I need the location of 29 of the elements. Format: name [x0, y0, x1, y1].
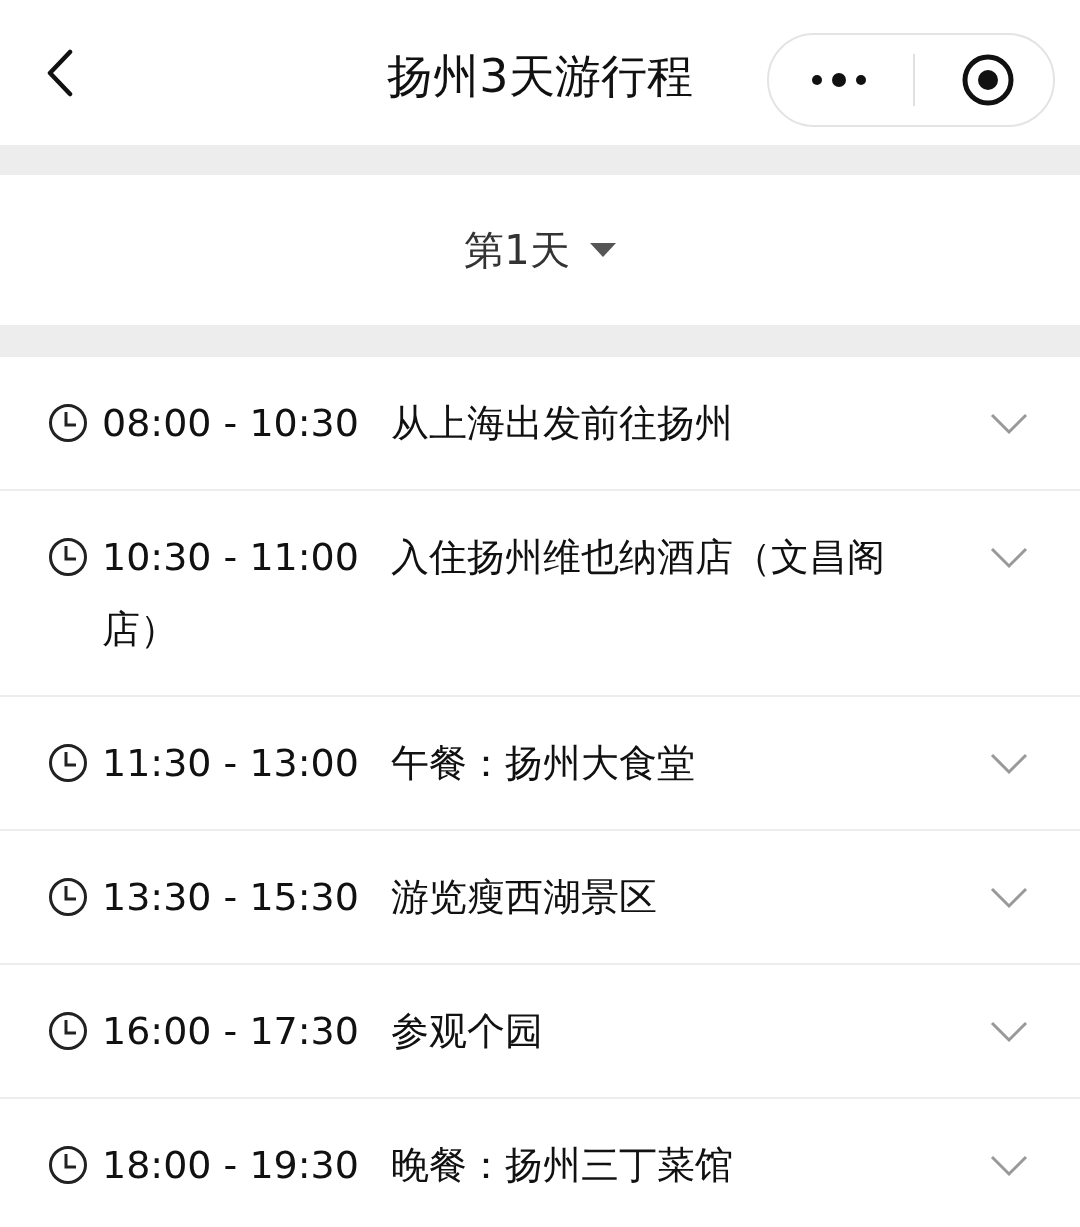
close-icon[interactable] — [961, 53, 1015, 107]
clock-icon — [48, 1145, 88, 1185]
clock-icon — [48, 1011, 88, 1051]
schedule-text: 11:30 - 13:00 午餐：扬州大食堂 — [102, 740, 696, 787]
clock-icon — [48, 743, 88, 783]
schedule-text: 18:00 - 19:30 晚餐：扬州三丁菜馆 — [102, 1142, 734, 1189]
schedule-item[interactable]: 11:30 - 13:00 午餐：扬州大食堂 — [0, 697, 1080, 831]
page-title: 扬州3天游行程 — [386, 48, 694, 104]
clock-icon — [48, 403, 88, 443]
schedule-item[interactable]: 18:00 - 19:30 晚餐：扬州三丁菜馆 — [0, 1099, 1080, 1227]
day-dropdown[interactable]: 第1天 — [464, 220, 616, 280]
chevron-icon — [990, 1021, 1028, 1043]
more-icon[interactable] — [811, 70, 867, 90]
schedule-text: 10:30 - 11:00 入住扬州维也纳酒店（文昌阁店） — [102, 534, 886, 653]
schedule-item[interactable]: 10:30 - 11:00 入住扬州维也纳酒店（文昌阁店） — [0, 491, 1080, 697]
schedule-item[interactable]: 13:30 - 15:30 游览瘦西湖景区 — [0, 831, 1080, 965]
chevron-icon — [990, 547, 1028, 569]
chevron-icon — [990, 413, 1028, 435]
schedule-text: 16:00 - 17:30 参观个园 — [102, 1008, 544, 1055]
chevron-icon — [990, 753, 1028, 775]
chevron-icon — [990, 887, 1028, 909]
caret-icon — [589, 243, 616, 257]
schedule-item[interactable]: 16:00 - 17:30 参观个园 — [0, 965, 1080, 1099]
chevron-icon — [990, 1155, 1028, 1177]
schedule-text: 13:30 - 15:30 游览瘦西湖景区 — [102, 874, 658, 921]
clock-icon — [48, 537, 88, 577]
schedule-text: 08:00 - 10:30 从上海出发前往扬州 — [102, 400, 734, 447]
schedule-item[interactable]: 08:00 - 10:30 从上海出发前往扬州 — [0, 357, 1080, 491]
clock-icon — [48, 877, 88, 917]
